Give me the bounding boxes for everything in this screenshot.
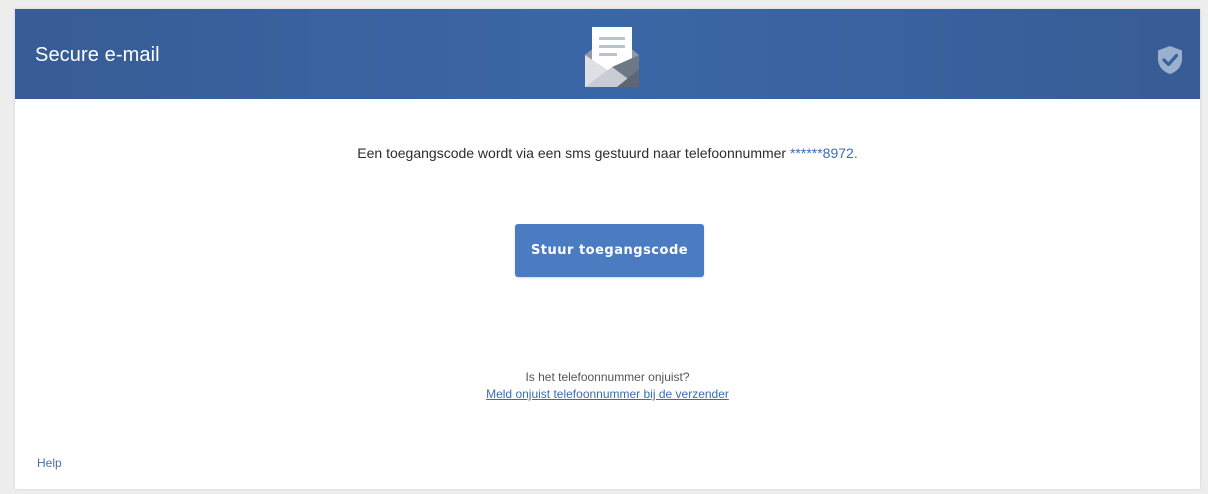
- secure-mail-window: Secure e-mail Een toegangscode wordt via…: [15, 9, 1200, 489]
- help-link[interactable]: Help: [37, 456, 62, 470]
- shield-check-icon: [1158, 46, 1182, 74]
- wrong-number-link-container: Meld onjuist telefoonnummer bij de verze…: [15, 387, 1200, 401]
- sms-info-message: Een toegangscode wordt via een sms gestu…: [15, 145, 1200, 161]
- content-area: Een toegangscode wordt via een sms gestu…: [15, 99, 1200, 489]
- send-access-code-button[interactable]: Stuur toegangscode: [515, 224, 704, 277]
- masked-phone-number: ******8972: [789, 145, 854, 161]
- report-wrong-number-link[interactable]: Meld onjuist telefoonnummer bij de verze…: [486, 387, 729, 401]
- sms-info-text: Een toegangscode wordt via een sms gestu…: [357, 145, 790, 161]
- wrong-number-question: Is het telefoonnummer onjuist?: [525, 370, 690, 384]
- header-bar: Secure e-mail: [15, 9, 1200, 99]
- sms-info-suffix: .: [853, 145, 858, 161]
- header-title: Secure e-mail: [35, 44, 160, 66]
- envelope-open-letter-icon: [585, 27, 639, 87]
